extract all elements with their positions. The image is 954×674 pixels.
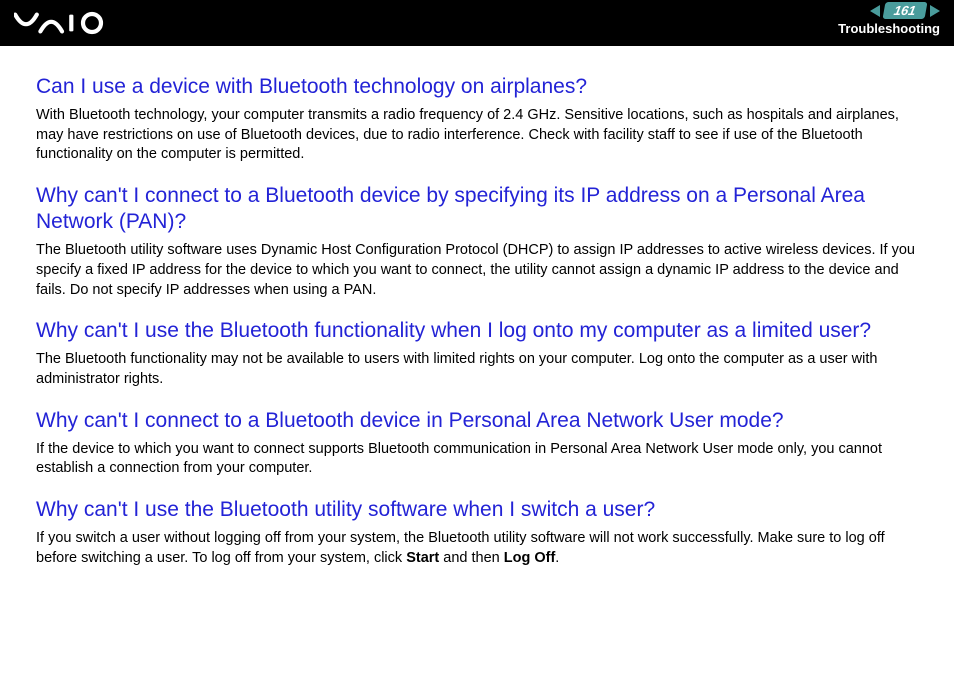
faq-question: Can I use a device with Bluetooth techno…: [36, 74, 918, 100]
faq-answer: The Bluetooth utility software uses Dyna…: [36, 241, 918, 300]
answer-text: .: [555, 550, 559, 566]
next-page-icon[interactable]: [930, 5, 940, 17]
header-bar: 161 Troubleshooting: [0, 0, 954, 46]
faq-question: Why can't I connect to a Bluetooth devic…: [36, 408, 918, 434]
faq-answer: With Bluetooth technology, your computer…: [36, 106, 918, 165]
faq-question: Why can't I use the Bluetooth utility so…: [36, 497, 918, 523]
document-body: Can I use a device with Bluetooth techno…: [0, 46, 954, 586]
faq-answer: The Bluetooth functionality may not be a…: [36, 350, 918, 389]
vaio-logo: [14, 8, 134, 38]
faq-answer: If the device to which you want to conne…: [36, 440, 918, 479]
faq-question: Why can't I connect to a Bluetooth devic…: [36, 183, 918, 236]
prev-page-icon[interactable]: [870, 5, 880, 17]
page-number: 161: [883, 2, 928, 19]
page-indicator: 161 Troubleshooting: [838, 2, 940, 36]
ui-reference: Start: [406, 550, 439, 566]
faq-answer: If you switch a user without logging off…: [36, 529, 918, 568]
ui-reference: Log Off: [504, 550, 556, 566]
section-title: Troubleshooting: [838, 21, 940, 36]
answer-text: and then: [439, 550, 504, 566]
faq-question: Why can't I use the Bluetooth functional…: [36, 318, 918, 344]
